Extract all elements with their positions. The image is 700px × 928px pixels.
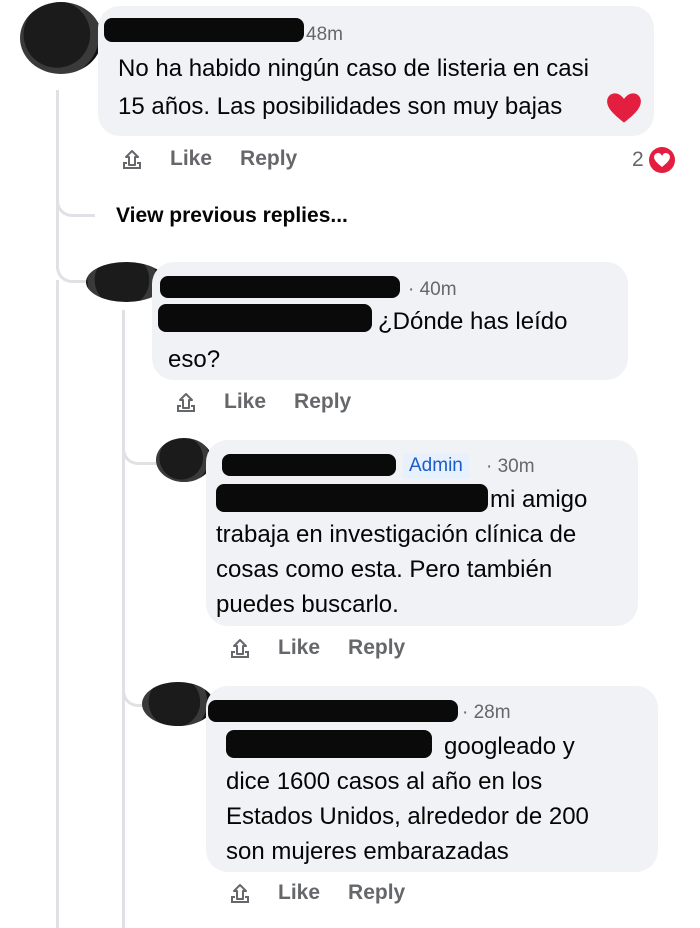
comment-text: 15 años. Las posibilidades son muy bajas <box>118 93 563 120</box>
thread-line-main <box>56 90 59 250</box>
reply-button[interactable]: Reply <box>348 881 405 905</box>
comment-text: eso? <box>168 346 221 373</box>
comment-text: son mujeres embarazadas <box>226 838 509 865</box>
comment-time: · 28m <box>462 702 511 723</box>
comment-text: puedes buscarlo. <box>216 591 399 618</box>
like-button[interactable]: Like <box>170 147 212 171</box>
reply-button[interactable]: Reply <box>294 390 351 414</box>
comment-text: cosas como esta. Pero también <box>216 556 553 583</box>
reply-button[interactable]: Reply <box>240 147 297 171</box>
comment-text: ¿Dónde has leído <box>378 308 568 335</box>
like-button[interactable]: Like <box>278 636 320 660</box>
comment-time: 48m <box>306 24 343 45</box>
reaction-icon[interactable] <box>174 390 198 414</box>
view-previous-replies[interactable]: View previous replies... <box>116 204 348 228</box>
like-button[interactable]: Like <box>224 390 266 414</box>
redacted-name <box>160 276 400 298</box>
reaction-icon[interactable] <box>120 147 144 171</box>
redacted-mention <box>158 304 372 332</box>
comment-actions: Like Reply <box>228 636 433 660</box>
thread-line-main-lower <box>56 280 59 928</box>
reply-button[interactable]: Reply <box>348 636 405 660</box>
redacted-name <box>104 18 304 42</box>
comment-time: · 40m <box>408 279 457 300</box>
thread-curve-view-previous <box>56 180 95 217</box>
redacted-name <box>222 454 396 476</box>
comment-text: googleado y <box>444 733 575 760</box>
comment-text: dice 1600 casos al año en los <box>226 768 543 795</box>
comment-text: trabaja en investigación clínica de <box>216 521 577 548</box>
comment-text: No ha habido ningún caso de listeria en … <box>118 55 589 82</box>
redacted-mention <box>216 484 488 512</box>
comment-actions: Like Reply <box>174 390 379 414</box>
admin-badge: Admin <box>403 453 469 479</box>
heart-icon <box>648 147 675 173</box>
comment-actions: Like Reply <box>228 881 433 905</box>
avatar[interactable] <box>20 2 102 74</box>
reaction-count[interactable]: 2 <box>632 146 676 174</box>
reaction-icon[interactable] <box>228 881 252 905</box>
redacted-name <box>208 700 458 722</box>
comment-text: Estados Unidos, alrededor de 200 <box>226 803 589 830</box>
avatar[interactable] <box>142 682 214 726</box>
reaction-count-text: 2 <box>632 148 644 171</box>
avatar[interactable] <box>156 438 212 482</box>
comment-time: · 30m <box>486 456 535 477</box>
reaction-icon[interactable] <box>228 636 252 660</box>
comment-actions: Like Reply <box>120 147 325 171</box>
heart-emoji <box>607 93 641 123</box>
redacted-mention <box>226 730 432 758</box>
comment-text: mi amigo <box>490 486 588 513</box>
like-button[interactable]: Like <box>278 881 320 905</box>
thread-line-nested <box>122 310 125 928</box>
